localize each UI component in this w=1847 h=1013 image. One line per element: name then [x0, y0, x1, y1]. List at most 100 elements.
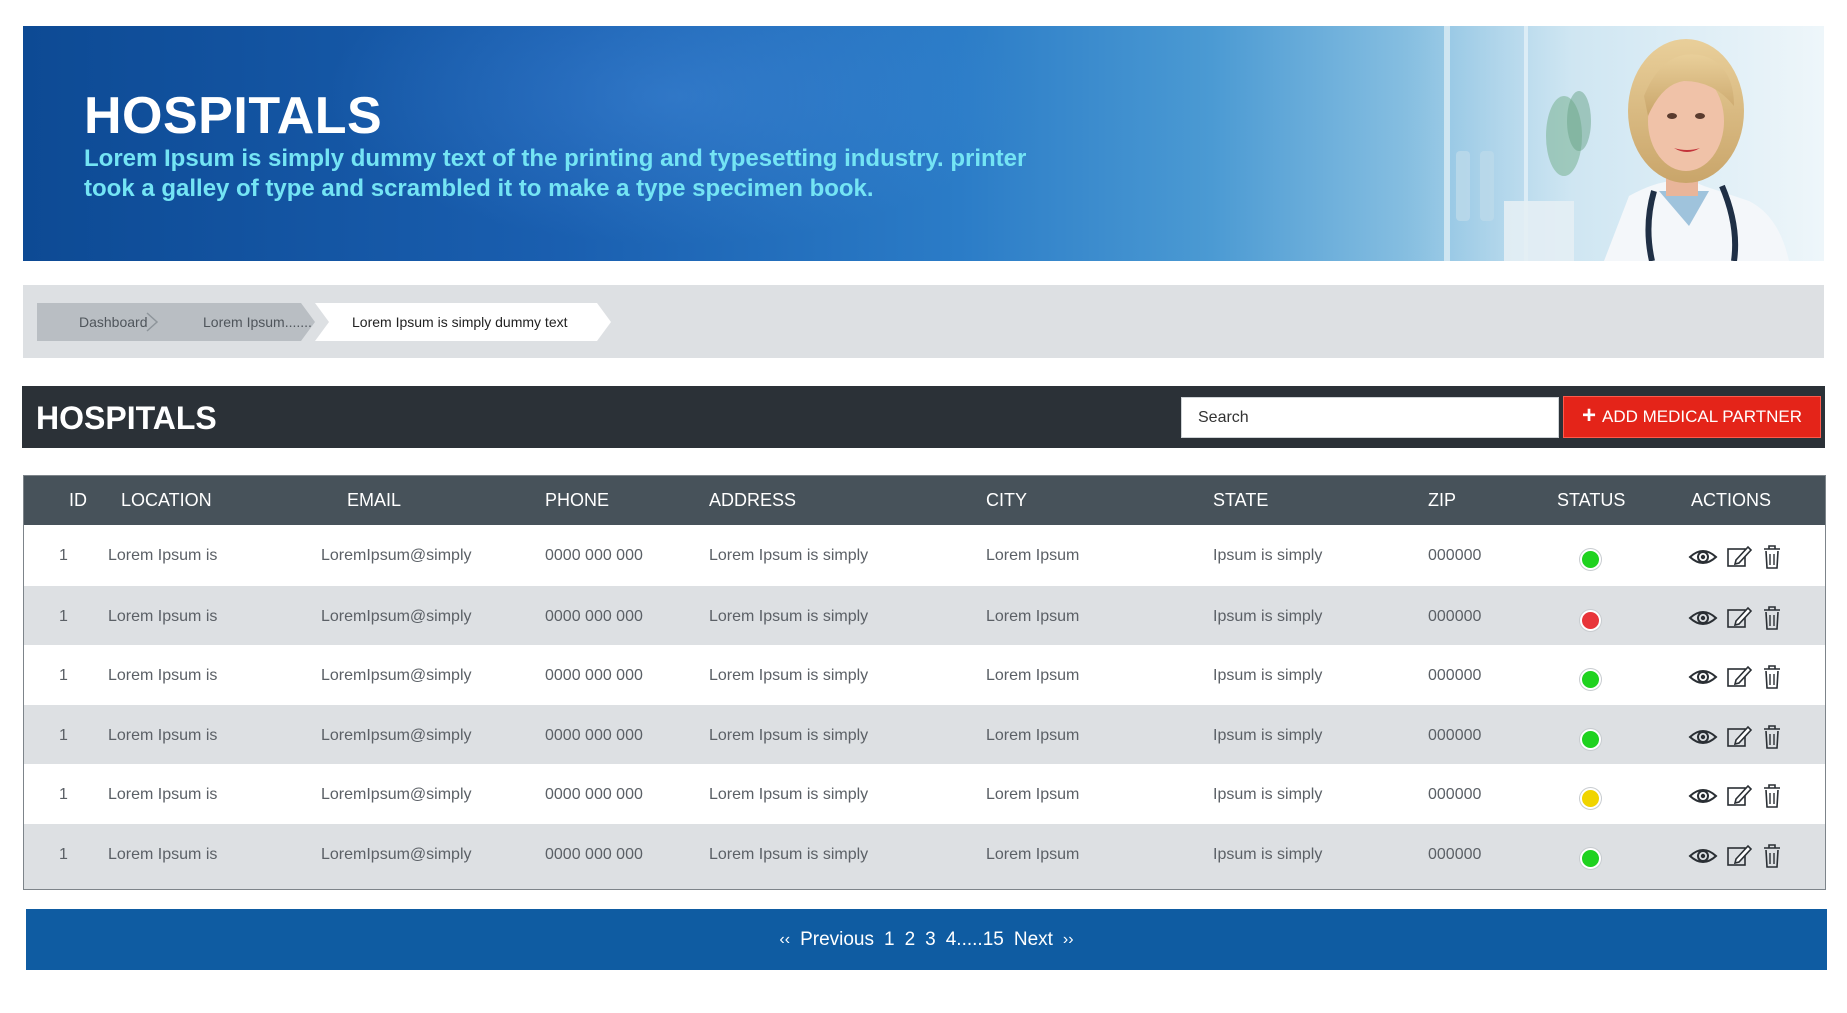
breadcrumb: Dashboard Lorem Ipsum....... Lorem Ipsum…: [23, 285, 1824, 358]
table-row[interactable]: 1 Lorem Ipsum is LoremIpsum@simply 0000 000…: [24, 525, 1825, 586]
cell-state: Ipsum is simply: [1213, 786, 1323, 803]
table-row[interactable]: 1 Lorem Ipsum is LoremIpsum@simply 0000 000…: [24, 824, 1825, 887]
eye-icon[interactable]: [1688, 605, 1718, 631]
cell-phone: 0000 000 000: [545, 547, 643, 564]
eye-icon[interactable]: [1688, 664, 1718, 690]
trash-icon[interactable]: [1757, 843, 1787, 869]
cell-id: 1: [59, 667, 68, 684]
breadcrumb-item-current: Lorem Ipsum is simply dummy text: [352, 314, 568, 330]
table-row[interactable]: 1 Lorem Ipsum is LoremIpsum@simply 0000 000…: [24, 764, 1825, 824]
column-header-phone[interactable]: PHONE: [545, 490, 609, 511]
cell-phone: 0000 000 000: [545, 667, 643, 684]
plus-icon: +: [1582, 402, 1597, 429]
cell-id: 1: [59, 846, 68, 863]
cell-city: Lorem Ipsum: [986, 667, 1080, 684]
page-link-3[interactable]: 3: [925, 929, 936, 951]
cell-zip: 000000: [1428, 608, 1482, 625]
column-header-state[interactable]: STATE: [1213, 490, 1268, 511]
cell-zip: 000000: [1428, 846, 1482, 863]
cell-location: Lorem Ipsum is: [108, 667, 218, 684]
status-indicator-green: [1580, 669, 1601, 690]
cell-address: Lorem Ipsum is simply: [709, 846, 869, 863]
cell-state: Ipsum is simply: [1213, 547, 1323, 564]
cell-address: Lorem Ipsum is simply: [709, 786, 869, 803]
status-indicator-red: [1580, 610, 1601, 631]
search-input[interactable]: [1181, 397, 1559, 438]
hero-banner: HOSPITALS Lorem Ipsum is simply dummy te…: [23, 26, 1824, 261]
trash-icon[interactable]: [1757, 783, 1787, 809]
cell-city: Lorem Ipsum: [986, 547, 1080, 564]
eye-icon[interactable]: [1688, 843, 1718, 869]
status-indicator-green: [1580, 729, 1601, 750]
cell-address: Lorem Ipsum is simply: [709, 727, 869, 744]
cell-city: Lorem Ipsum: [986, 846, 1080, 863]
trash-icon[interactable]: [1757, 605, 1787, 631]
banner-title: HOSPITALS: [84, 87, 383, 145]
edit-icon[interactable]: [1724, 783, 1754, 809]
cell-phone: 0000 000 000: [545, 608, 643, 625]
cell-id: 1: [59, 547, 68, 564]
cell-id: 1: [59, 727, 68, 744]
next-arrow-icon[interactable]: ››: [1063, 931, 1074, 949]
cell-location: Lorem Ipsum is: [108, 846, 218, 863]
cell-city: Lorem Ipsum: [986, 786, 1080, 803]
add-medical-partner-label: ADD MEDICAL PARTNER: [1602, 407, 1802, 426]
banner-glow: [323, 26, 1023, 246]
cell-location: Lorem Ipsum is: [108, 727, 218, 744]
cell-location: Lorem Ipsum is: [108, 547, 218, 564]
cell-id: 1: [59, 786, 68, 803]
section-header: HOSPITALS + ADD MEDICAL PARTNER: [22, 386, 1825, 448]
trash-icon[interactable]: [1757, 544, 1787, 570]
edit-icon[interactable]: [1724, 605, 1754, 631]
next-page-link[interactable]: Next: [1014, 929, 1053, 951]
breadcrumb-item-dashboard[interactable]: Dashboard: [79, 314, 148, 330]
doctor-photo: [1404, 26, 1824, 261]
banner-subtitle: Lorem Ipsum is simply dummy text of the …: [84, 145, 1027, 202]
cell-zip: 000000: [1428, 727, 1482, 744]
column-header-city[interactable]: CITY: [986, 490, 1027, 511]
previous-page-link[interactable]: Previous: [800, 929, 874, 951]
add-medical-partner-button[interactable]: + ADD MEDICAL PARTNER: [1563, 396, 1821, 438]
trash-icon[interactable]: [1757, 664, 1787, 690]
column-header-zip[interactable]: ZIP: [1428, 490, 1456, 511]
cell-city: Lorem Ipsum: [986, 608, 1080, 625]
page-link-2[interactable]: 2: [905, 929, 916, 951]
cell-address: Lorem Ipsum is simply: [709, 547, 869, 564]
table-row[interactable]: 1 Lorem Ipsum is LoremIpsum@simply 0000 000…: [24, 705, 1825, 764]
table-row[interactable]: 1 Lorem Ipsum is LoremIpsum@simply 0000 000…: [24, 586, 1825, 645]
page-link-1[interactable]: 1: [884, 929, 895, 951]
prev-arrow-icon[interactable]: ‹‹: [779, 931, 790, 949]
cell-email: LoremIpsum@simply: [321, 727, 472, 744]
table-header-row: ID LOCATION EMAIL PHONE ADDRESS CITY STA…: [24, 476, 1825, 525]
table-row[interactable]: 1 Lorem Ipsum is LoremIpsum@simply 0000 000…: [24, 645, 1825, 705]
cell-address: Lorem Ipsum is simply: [709, 667, 869, 684]
eye-icon[interactable]: [1688, 724, 1718, 750]
edit-icon[interactable]: [1724, 544, 1754, 570]
column-header-id[interactable]: ID: [69, 490, 87, 511]
cell-id: 1: [59, 608, 68, 625]
edit-icon[interactable]: [1724, 664, 1754, 690]
cell-address: Lorem Ipsum is simply: [709, 608, 869, 625]
breadcrumb-item-lorem[interactable]: Lorem Ipsum.......: [203, 314, 312, 330]
cell-city: Lorem Ipsum: [986, 727, 1080, 744]
eye-icon[interactable]: [1688, 783, 1718, 809]
status-indicator-yellow: [1580, 788, 1601, 809]
status-indicator-green: [1580, 848, 1601, 869]
page-link-range[interactable]: 4.....15: [946, 929, 1004, 951]
column-header-status[interactable]: STATUS: [1557, 490, 1625, 511]
edit-icon[interactable]: [1724, 724, 1754, 750]
column-header-address[interactable]: ADDRESS: [709, 490, 796, 511]
cell-email: LoremIpsum@simply: [321, 846, 472, 863]
column-header-email[interactable]: EMAIL: [347, 490, 401, 511]
edit-icon[interactable]: [1724, 843, 1754, 869]
cell-location: Lorem Ipsum is: [108, 608, 218, 625]
hospitals-table: ID LOCATION EMAIL PHONE ADDRESS CITY STA…: [23, 475, 1826, 890]
column-header-location[interactable]: LOCATION: [121, 490, 212, 511]
cell-phone: 0000 000 000: [545, 727, 643, 744]
cell-state: Ipsum is simply: [1213, 667, 1323, 684]
cell-zip: 000000: [1428, 547, 1482, 564]
trash-icon[interactable]: [1757, 724, 1787, 750]
cell-email: LoremIpsum@simply: [321, 786, 472, 803]
eye-icon[interactable]: [1688, 544, 1718, 570]
section-title: HOSPITALS: [36, 400, 217, 436]
